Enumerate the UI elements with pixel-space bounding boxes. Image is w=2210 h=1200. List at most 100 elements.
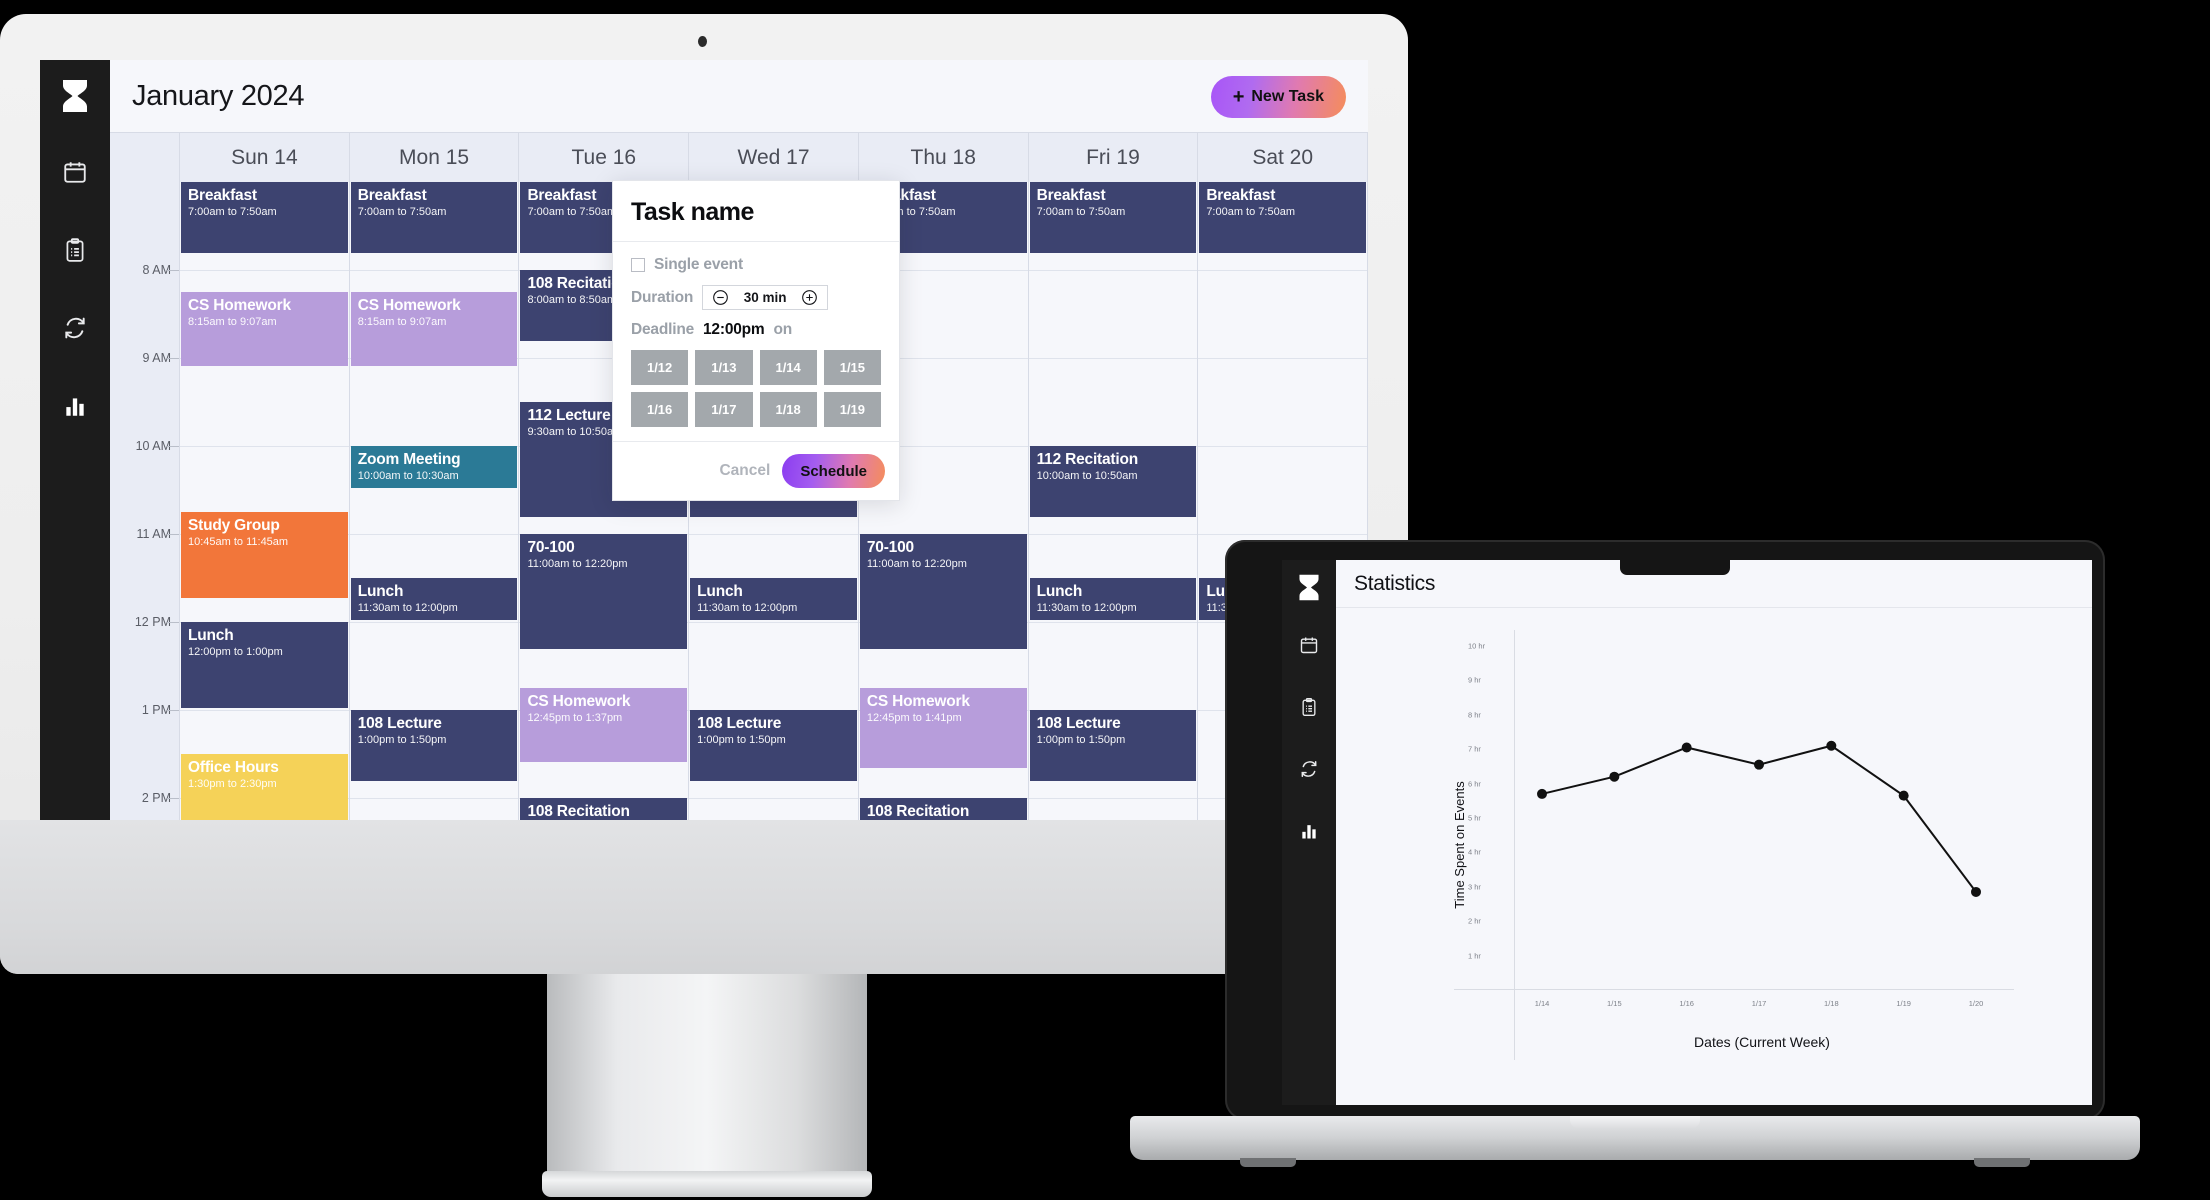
page-title: January 2024 (132, 79, 305, 112)
header-gutter (110, 133, 180, 182)
event-time: 12:00pm to 1:00pm (188, 646, 283, 659)
date-chip-6[interactable]: 1/18 (759, 392, 817, 427)
calendar-event[interactable]: 70-100 11:00am to 12:20pm (520, 534, 688, 650)
day-header-3: Wed 17 (689, 133, 859, 182)
deadline-label: Deadline (631, 321, 695, 338)
line-chart: Time Spent on Events Dates (Current Week… (1452, 630, 2014, 1060)
event-title: Lunch (357, 583, 404, 600)
calendar-event[interactable]: Zoom Meeting 10:00am to 10:30am (350, 446, 518, 488)
calendar-icon (62, 159, 88, 185)
calendar-event[interactable]: Lunch 11:30am to 12:00pm (690, 578, 857, 620)
event-title: Study Group (188, 517, 280, 534)
event-title: CS Homework (188, 297, 291, 314)
calendar-event[interactable]: 108 Lecture 1:00pm to 1:50pm (350, 710, 518, 782)
deadline-on-label: on (773, 321, 793, 338)
laptop-sidebar-item-sync[interactable] (1292, 754, 1326, 788)
date-chip-1[interactable]: 1/13 (695, 350, 753, 385)
calendar-event[interactable]: Lunch 11:30am to 12:00pm (350, 578, 518, 620)
calendar-event[interactable]: Office Hours 1:30pm to 2:30pm (181, 754, 348, 820)
laptop: Statistics Time Spent on Events Dates (C… (1130, 540, 2140, 1200)
calendar-event[interactable]: CS Homework 8:15am to 9:07am (350, 292, 518, 367)
date-chip-4[interactable]: 1/16 (631, 392, 689, 427)
calendar-event[interactable]: Lunch 12:00pm to 1:00pm (181, 622, 348, 708)
event-title: 70-100 (866, 539, 914, 556)
laptop-sidebar-item-tasks[interactable] (1292, 692, 1326, 726)
sidebar-item-calendar[interactable] (53, 150, 97, 194)
time-gutter: 8 AM 9 AM 10 AM 11 AM 12 PM 1 PM 2 PM (110, 182, 180, 820)
plus-circle-icon[interactable] (801, 289, 818, 306)
hour-line (1198, 446, 1368, 447)
event-time: 12:45pm to 1:41pm (866, 712, 962, 725)
bar-chart-icon (62, 393, 88, 419)
event-title: CS Homework (357, 297, 461, 314)
cancel-button[interactable]: Cancel (719, 462, 770, 480)
sidebar-item-tasks[interactable] (53, 228, 97, 272)
event-time: 11:30am to 12:00pm (357, 602, 458, 615)
duration-row: Duration 30 min (631, 285, 881, 310)
laptop-sidebar-item-statistics[interactable] (1292, 816, 1326, 850)
date-chip-2[interactable]: 1/14 (759, 350, 817, 385)
calendar-event[interactable]: 108 Lecture 1:00pm to 1:50pm (690, 710, 857, 782)
sidebar-item-statistics[interactable] (53, 384, 97, 428)
calendar-event[interactable]: Breakfast 7:00am to 7:50am (1199, 182, 1367, 254)
calendar-event[interactable]: 108 Recitation2:00pm to 2:50pm (859, 798, 1027, 820)
chart-point[interactable] (1537, 788, 1547, 799)
deadline-time[interactable]: 12:00pm (703, 321, 765, 339)
event-title: CS Homework (527, 693, 631, 710)
chart-point[interactable] (1681, 742, 1692, 753)
event-title: Breakfast (188, 187, 257, 204)
day-column-0[interactable]: Breakfast 7:00am to 7:50am CS Homework 8:15… (180, 182, 350, 820)
chart-point[interactable] (1971, 886, 1981, 897)
sidebar-item-sync[interactable] (53, 306, 97, 350)
chart-point[interactable] (1754, 759, 1764, 770)
calendar-event[interactable]: 70-100 11:00am to 12:20pm (859, 534, 1027, 650)
calendar-event[interactable]: Breakfast 7:00am to 7:50am (181, 182, 348, 254)
event-time: 10:00am to 10:30am (357, 470, 459, 483)
hour-line (689, 534, 858, 535)
calendar-event[interactable]: 112 Recitation 10:00am to 10:50am (1029, 446, 1197, 518)
chart-point[interactable] (1609, 771, 1620, 782)
time-label-4: 12 PM (134, 615, 171, 629)
chart-point[interactable] (1898, 790, 1909, 801)
calendar-event[interactable]: CS Homework 12:45pm to 1:41pm (859, 688, 1027, 769)
single-event-checkbox[interactable] (631, 258, 645, 272)
hour-line (180, 270, 349, 271)
time-tick-2 (167, 446, 179, 447)
event-title: Breakfast (1206, 187, 1276, 204)
day-header-0: Sun 14 (180, 133, 350, 182)
event-title: Lunch (188, 627, 234, 644)
event-time: 7:00am to 7:50am (1206, 206, 1295, 219)
sync-icon (62, 315, 88, 341)
chart-point[interactable] (1826, 740, 1837, 751)
day-header-2: Tue 16 (519, 133, 690, 182)
event-title: 70-100 (527, 539, 575, 556)
day-column-1[interactable]: Breakfast 7:00am to 7:50am CS Homework 8:15… (349, 182, 520, 820)
calendar-event[interactable]: CS Homework 8:15am to 9:07am (181, 292, 348, 367)
calendar-event[interactable]: Study Group 10:45am to 11:45am (181, 512, 348, 598)
hour-line (1198, 358, 1368, 359)
hour-line (1028, 358, 1198, 359)
minus-circle-icon[interactable] (712, 289, 729, 306)
calendar-event[interactable]: 108 Recitation2:00pm to 2:50pm (520, 798, 688, 820)
new-task-label: New Task (1251, 88, 1324, 105)
event-time: 7:00am to 7:50am (188, 206, 277, 219)
date-chip-5[interactable]: 1/17 (695, 392, 753, 427)
calendar-event[interactable]: Breakfast 7:00am to 7:50am (1029, 182, 1197, 254)
date-chip-3[interactable]: 1/15 (823, 350, 881, 385)
event-time: 1:00pm to 1:50pm (697, 734, 786, 747)
hourglass-icon (53, 74, 97, 118)
laptop-sidebar-item-calendar[interactable] (1292, 630, 1326, 664)
date-chip-7[interactable]: 1/19 (823, 392, 881, 427)
laptop-lid: Statistics Time Spent on Events Dates (C… (1225, 540, 2105, 1120)
new-task-button[interactable]: + New Task (1210, 76, 1346, 118)
schedule-button[interactable]: Schedule (782, 454, 885, 488)
event-time: 7:00am to 7:50am (1036, 206, 1126, 219)
monitor-stand-foot (542, 1171, 872, 1197)
duration-label: Duration (631, 288, 694, 306)
calendar-event[interactable]: CS Homework 12:45pm to 1:37pm (520, 688, 688, 763)
calendar-event[interactable]: Breakfast 7:00am to 7:50am (350, 182, 518, 254)
event-time: 1:30pm to 2:30pm (188, 778, 277, 791)
date-chip-0[interactable]: 1/12 (631, 350, 689, 385)
event-title: Breakfast (357, 187, 427, 204)
single-event-label: Single event (654, 256, 743, 273)
